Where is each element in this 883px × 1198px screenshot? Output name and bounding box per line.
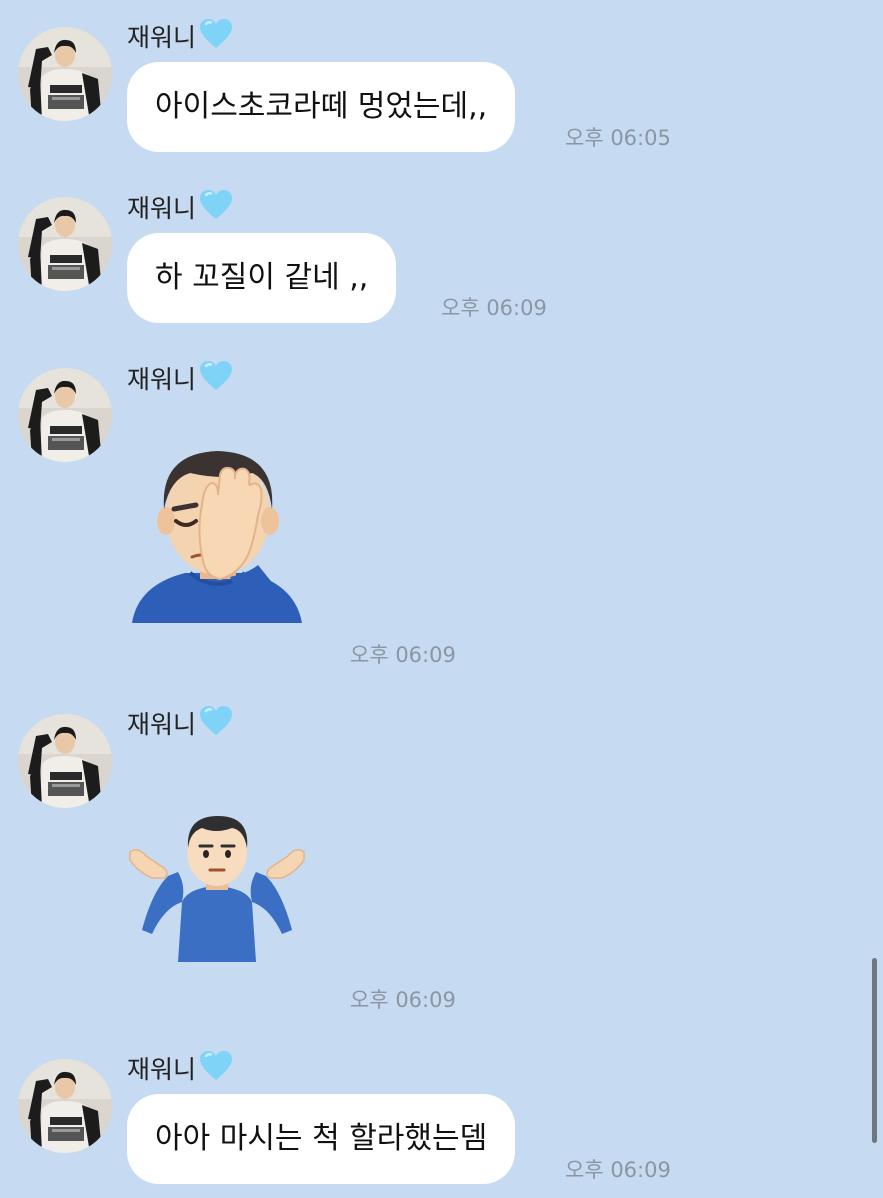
message-timestamp: 오후 06:09 xyxy=(441,296,547,320)
avatar[interactable] xyxy=(18,27,112,121)
sender-name-label: 재워니 xyxy=(127,23,197,52)
sender-name: 재워니 xyxy=(127,360,233,395)
avatar[interactable] xyxy=(18,714,112,808)
man-shrugging-icon[interactable] xyxy=(128,812,306,968)
message-bubble[interactable]: 하 꼬질이 같네 ,, xyxy=(127,233,397,323)
message-timestamp: 오후 06:05 xyxy=(565,126,671,150)
man-facepalming-icon[interactable] xyxy=(130,445,305,629)
sender-name-label: 재워니 xyxy=(127,365,197,394)
sender-name-label: 재워니 xyxy=(127,194,197,223)
message-bubble[interactable]: 아아 마시는 척 할라했는뎀 xyxy=(127,1094,516,1184)
light-blue-heart-icon xyxy=(199,360,233,392)
light-blue-heart-icon xyxy=(199,705,233,737)
scrollbar[interactable] xyxy=(872,958,877,1143)
light-blue-heart-icon xyxy=(199,18,233,50)
message-bubble[interactable]: 아이스초코라떼 멍었는데,, xyxy=(127,62,516,152)
sender-name-label: 재워니 xyxy=(127,710,197,739)
light-blue-heart-icon xyxy=(199,189,233,221)
sender-name: 재워니 xyxy=(127,705,233,740)
message-timestamp: 오후 06:09 xyxy=(565,1158,671,1182)
sender-name-label: 재워니 xyxy=(127,1055,197,1084)
message-timestamp: 오후 06:09 xyxy=(350,643,456,667)
sender-name: 재워니 xyxy=(127,18,233,53)
avatar[interactable] xyxy=(18,368,112,462)
message-timestamp: 오후 06:09 xyxy=(350,988,456,1012)
sender-name: 재워니 xyxy=(127,189,233,224)
sender-name: 재워니 xyxy=(127,1050,233,1085)
avatar[interactable] xyxy=(18,1059,112,1153)
light-blue-heart-icon xyxy=(199,1050,233,1082)
avatar[interactable] xyxy=(18,197,112,291)
